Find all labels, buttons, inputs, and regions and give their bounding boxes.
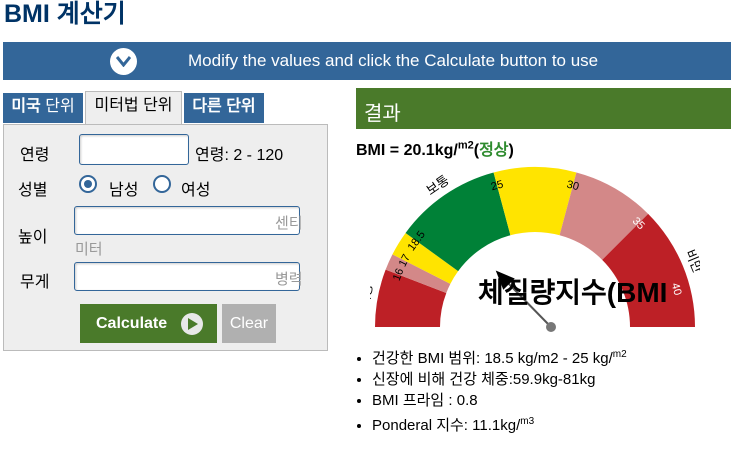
gender-male-radio[interactable] (79, 175, 97, 193)
height-unit-hint-wrap: 미터 (75, 241, 103, 258)
info-sup: m2 (612, 349, 627, 360)
chevron-down-icon[interactable] (110, 48, 137, 75)
bmi-result: BMI = 20.1kg/m2(정상) (356, 139, 514, 159)
list-item: 건강한 BMI 범위: 18.5 kg/m2 - 25 kg/m2 (372, 344, 627, 369)
clear-button[interactable]: Clear (222, 304, 276, 343)
gender-male-label[interactable]: 남성 (109, 176, 138, 200)
calculate-button[interactable]: Calculate (80, 304, 217, 343)
age-label: 연령 (20, 147, 50, 164)
weight-label: 무게 (20, 274, 50, 291)
height-unit-hint: 센티 (275, 215, 303, 232)
info-text: 신장에 비해 건강 체중:59.9kg-81kg (372, 371, 596, 388)
page-title: BMI 계산기 (4, 0, 126, 28)
bmi-unit-sup: m2 (457, 139, 474, 152)
gender-female-label[interactable]: 여성 (181, 176, 210, 200)
info-text: Ponderal 지수: 11.1kg/ (372, 417, 521, 434)
tab-label: 미터법 (94, 97, 139, 114)
gauge-category-label: 비만 (682, 247, 700, 275)
tab-metric-units[interactable]: 미터법 단위 (85, 91, 182, 125)
tab-label-suffix: 단위 (138, 97, 173, 114)
bmi-gauge: 161718.525303540 체중보통비만비만 체질량지수(BMI (370, 162, 700, 332)
height-label: 높이 (18, 229, 48, 246)
result-header: 결과 (356, 88, 731, 129)
info-list: 건강한 BMI 범위: 18.5 kg/m2 - 25 kg/m2 신장에 비해… (351, 344, 627, 436)
list-item: 신장에 비해 건강 체중:59.9kg-81kg (372, 369, 627, 390)
gauge-center-text: 체질량지수(BMI (478, 277, 667, 308)
instruction-banner: Modify the values and click the Calculat… (3, 42, 731, 80)
tab-label: 미국 (11, 98, 41, 115)
tab-us-units[interactable]: 미국 단위 (3, 93, 83, 123)
list-item: BMI 프라임 : 0.8 (372, 390, 627, 411)
tab-label-suffix: 단위 (40, 98, 75, 115)
bmi-status: 정상 (479, 142, 509, 159)
gender-label: 성별 (18, 182, 48, 199)
banner-message: Modify the values and click the Calculat… (188, 51, 599, 70)
gauge-category-label: 체중 (370, 282, 375, 308)
calculate-label: Calculate (96, 315, 168, 332)
play-icon (181, 313, 203, 335)
info-sup: m3 (520, 416, 535, 427)
info-text: BMI 프라임 : 0.8 (372, 392, 478, 409)
bmi-value: BMI = 20.1kg/ (356, 142, 458, 159)
weight-input[interactable] (74, 262, 300, 291)
age-input[interactable] (79, 134, 189, 165)
gender-female-radio[interactable] (153, 175, 171, 193)
info-text: 건강한 BMI 범위: 18.5 kg/m2 - 25 kg/ (372, 350, 613, 367)
age-range-hint: 연령: 2 - 120 (195, 147, 284, 164)
tab-label: 다른 단위 (192, 98, 256, 115)
result-title: 결과 (364, 103, 401, 125)
weight-unit-hint: 병력 (275, 271, 303, 288)
list-item: Ponderal 지수: 11.1kg/m3 (372, 411, 627, 436)
gauge-needle-pivot (546, 322, 556, 332)
height-input[interactable] (74, 206, 300, 235)
tab-other-units[interactable]: 다른 단위 (184, 93, 264, 123)
